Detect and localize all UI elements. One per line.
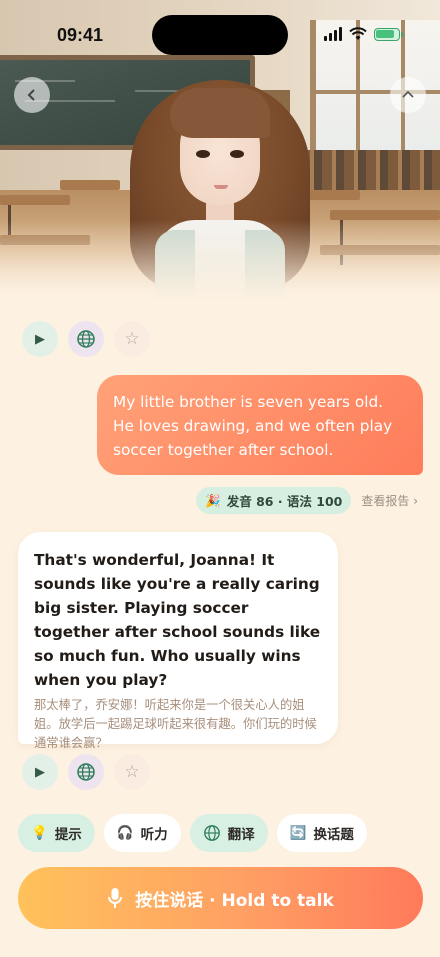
refresh-icon: 🔄 — [289, 825, 307, 841]
globe-icon — [203, 825, 220, 841]
quick-action-chips: 💡 提示 🎧 听力 翻译 🔄 换话题 — [18, 814, 367, 852]
wifi-icon — [349, 27, 367, 40]
translate-message-button[interactable] — [68, 321, 104, 357]
message-actions-ai: ▶ ☆ — [22, 754, 150, 790]
play-icon: ▶ — [35, 764, 45, 780]
translate-chip[interactable]: 翻译 — [189, 814, 268, 852]
listening-chip[interactable]: 🎧 听力 — [103, 814, 181, 852]
signal-icon — [324, 27, 342, 41]
view-report-link[interactable]: 查看报告 › — [361, 492, 418, 509]
favorite-button[interactable]: ☆ — [114, 754, 150, 790]
star-icon: ☆ — [124, 329, 140, 349]
chevron-left-icon — [27, 89, 35, 101]
ai-message-bubble: That's wonderful, Joanna! It sounds like… — [18, 532, 338, 750]
ai-message-english: That's wonderful, Joanna! It sounds like… — [34, 551, 321, 689]
play-icon: ▶ — [35, 331, 45, 347]
status-icons — [324, 27, 403, 41]
star-icon: ☆ — [124, 762, 140, 782]
change-topic-label: 换话题 — [313, 827, 354, 843]
hold-to-talk-label: 按住说话 · Hold to talk — [135, 890, 334, 911]
party-icon: 🎉 — [205, 492, 221, 508]
microphone-icon — [108, 888, 123, 908]
user-message-bubble: My little brother is seven years old. He… — [97, 375, 423, 475]
ai-message-translation: 那太棒了，乔安娜！听起来你是一个很关心人的姐姐。放学后一起踢足球听起来很有趣。你… — [34, 698, 317, 750]
globe-icon — [77, 763, 95, 781]
hint-chip[interactable]: 💡 提示 — [18, 814, 95, 852]
play-audio-button[interactable]: ▶ — [22, 754, 58, 790]
headphones-icon: 🎧 — [116, 825, 134, 841]
translate-label: 翻译 — [227, 827, 255, 843]
status-time: 09:41 — [57, 25, 104, 45]
hint-label: 提示 — [54, 827, 82, 843]
chevron-up-icon — [402, 90, 414, 98]
globe-icon — [77, 330, 95, 348]
change-topic-chip[interactable]: 🔄 换话题 — [276, 814, 367, 852]
hold-to-talk-button[interactable]: 按住说话 · Hold to talk — [18, 867, 423, 929]
translate-message-button[interactable] — [68, 754, 104, 790]
collapse-button[interactable] — [390, 77, 426, 113]
favorite-button[interactable]: ☆ — [114, 321, 150, 357]
battery-icon — [374, 27, 403, 41]
play-audio-button[interactable]: ▶ — [22, 321, 58, 357]
dynamic-island — [152, 15, 288, 55]
back-button[interactable] — [14, 77, 50, 113]
score-row: 🎉 发音 86 · 语法 100 查看报告 › — [196, 487, 418, 514]
listening-label: 听力 — [140, 827, 168, 843]
lightbulb-icon: 💡 — [31, 825, 48, 841]
message-actions-previous: ▶ ☆ — [22, 321, 150, 357]
score-badge: 🎉 发音 86 · 语法 100 — [196, 487, 352, 514]
score-text: 发音 86 · 语法 100 — [226, 494, 343, 509]
